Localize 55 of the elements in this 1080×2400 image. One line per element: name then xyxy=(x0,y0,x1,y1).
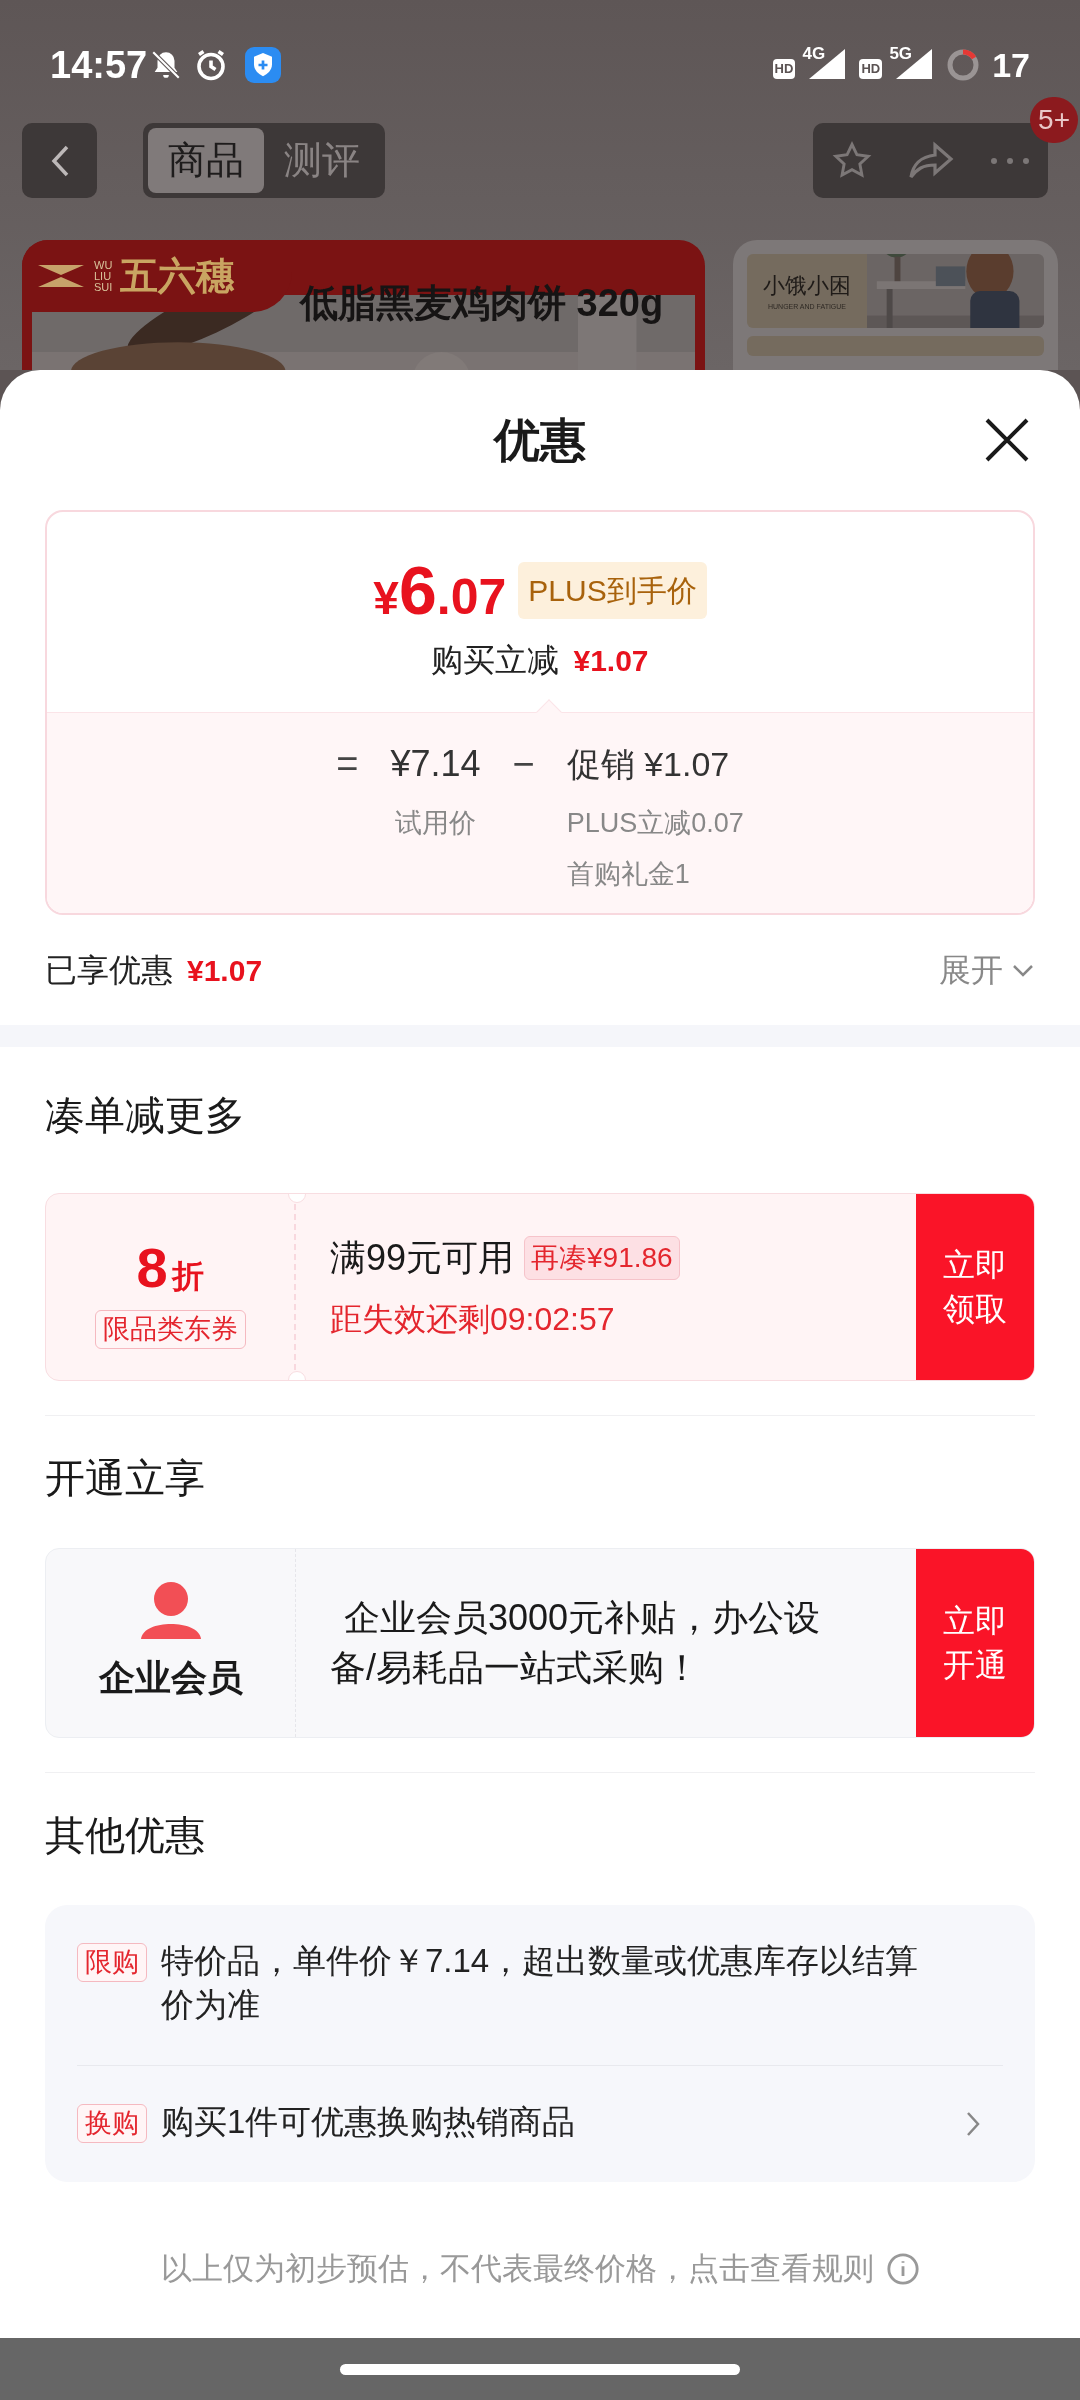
promo-detail: 首购礼金1 xyxy=(566,857,691,891)
tag-label: 限购 xyxy=(77,1943,147,1982)
membership-description: 企业会员3000元补贴，办公设备/易耗品一站式采购！ xyxy=(330,1596,822,1690)
back-button[interactable] xyxy=(22,123,97,198)
product-title: 低脂黑麦鸡肉饼 320g xyxy=(300,281,664,326)
tag-label: 限品类东券 xyxy=(94,1309,246,1349)
promo-total: 促销 ¥1.07 xyxy=(566,744,731,785)
network-label: 5G xyxy=(889,43,913,65)
count-badge: 5+ xyxy=(1030,97,1078,143)
coupon-condition: 满99元可用 xyxy=(330,1236,515,1280)
brand-latin: SUI xyxy=(94,281,113,293)
expand-toggle[interactable]: 展开 xyxy=(939,946,1035,994)
info-icon[interactable] xyxy=(885,2252,920,2287)
chevron-right-icon[interactable] xyxy=(965,2110,981,2138)
section-heading: 其他优惠 xyxy=(45,1812,206,1859)
clock-time: 14:57 xyxy=(50,42,148,88)
minus-sign: − xyxy=(512,742,535,787)
instant-discount-label: 购买立减 xyxy=(431,641,560,680)
section-heading: 凑单减更多 xyxy=(45,1092,246,1139)
discount-value: 8折 xyxy=(136,1234,204,1301)
claim-button[interactable]: 立即领取 xyxy=(916,1194,1034,1380)
base-price-label: 试用价 xyxy=(394,807,476,840)
tag-label: 换购 xyxy=(77,2104,147,2143)
close-icon[interactable] xyxy=(984,417,1030,463)
final-price: ¥6.07 xyxy=(373,556,507,624)
shield-icon xyxy=(245,47,282,83)
sheet-title: 优惠 xyxy=(494,412,586,468)
network-label: 4G xyxy=(802,43,826,65)
gap-amount: 再凑¥91.86 xyxy=(524,1236,680,1280)
brand-latin: LIU xyxy=(94,270,113,282)
countdown-text: 距失效还剩09:02:57 xyxy=(330,1300,616,1339)
instant-discount-value: ¥1.07 xyxy=(573,642,649,679)
home-indicator[interactable] xyxy=(340,2363,740,2375)
equals-sign: = xyxy=(336,742,359,787)
price-tag: PLUS到手价 xyxy=(518,561,707,619)
enjoyed-label: 已享优惠 xyxy=(45,951,173,990)
promo-detail: PLUS立减0.07 xyxy=(566,807,744,840)
offer-text: 购买1件可优惠换购热销商品 xyxy=(161,2102,577,2142)
membership-name: 企业会员 xyxy=(98,1656,243,1700)
section-heading: 开通立享 xyxy=(45,1455,206,1502)
card-title: 小饿小困 xyxy=(763,272,851,301)
page-tab[interactable]: 测评 xyxy=(264,128,380,193)
base-price: ¥7.14 xyxy=(390,742,481,786)
page-tab[interactable]: 商品 xyxy=(148,128,264,193)
hd-badge: HD xyxy=(859,59,883,79)
enjoyed-value: ¥1.07 xyxy=(187,952,263,989)
person-icon xyxy=(138,1581,203,1641)
disclaimer-text: 以上仅为初步预估，不代表最终价格，点击查看规则 xyxy=(160,2250,874,2288)
battery-icon xyxy=(946,48,981,82)
offer-text: 特价品，单件价￥7.14，超出数量或优惠库存以结算价为准 xyxy=(161,1941,920,2025)
hd-badge: HD xyxy=(772,59,796,79)
battery-level: 17 xyxy=(992,44,1030,86)
brand-name: 五六穗 xyxy=(120,253,235,299)
brand-latin: WU xyxy=(94,259,113,271)
activate-button[interactable]: 立即开通 xyxy=(916,1549,1034,1737)
